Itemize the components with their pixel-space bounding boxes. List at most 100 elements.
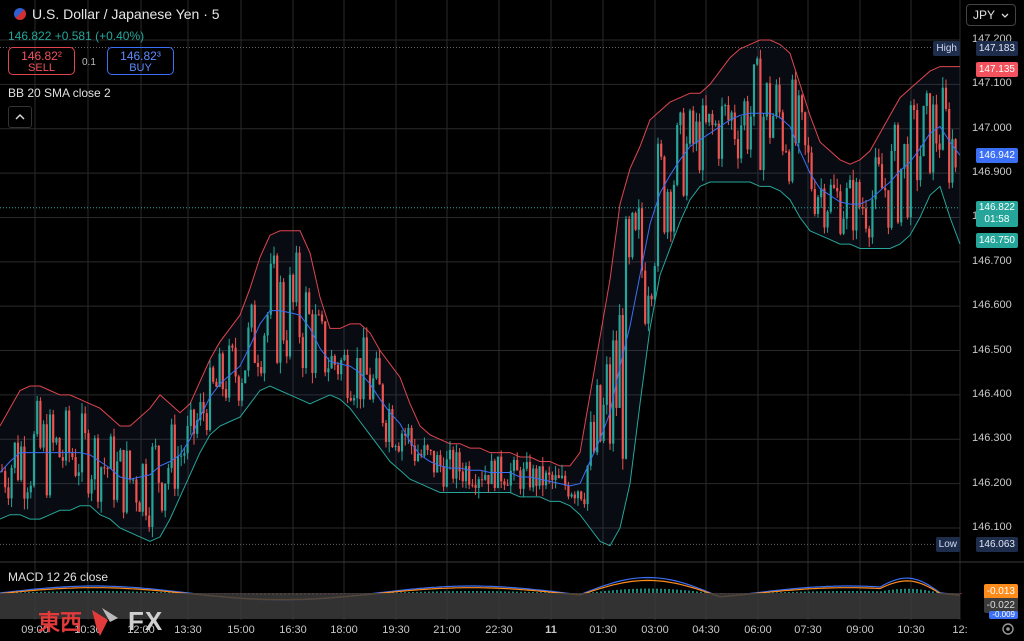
price-tick-label: 146.100: [972, 521, 1012, 533]
candle-body: [647, 295, 650, 324]
candle-body: [106, 468, 109, 470]
candle-body: [692, 110, 695, 144]
macd-hist-bar: [696, 591, 698, 593]
macd-hist-bar: [792, 591, 794, 593]
time-tick-label: 01:30: [589, 624, 617, 636]
candle-body: [727, 105, 730, 121]
candle-body: [615, 340, 618, 408]
macd-hist-bar: [472, 591, 474, 593]
macd-hist-bar: [960, 593, 962, 594]
candle-body: [487, 474, 490, 485]
price-tick-label: 146.200: [972, 476, 1012, 489]
candle-body: [80, 413, 84, 473]
candle-body: [186, 425, 189, 454]
macd-hist-bar: [832, 591, 834, 593]
candle-body: [74, 457, 77, 476]
sell-button[interactable]: 146.82² SELL: [8, 47, 75, 75]
candle-body: [77, 472, 80, 476]
macd-hist-bar: [900, 588, 902, 593]
macd-hist-bar: [624, 589, 626, 593]
time-tick-label: 09:00: [846, 624, 874, 636]
candle-body: [218, 353, 221, 387]
macd-hist-bar: [676, 589, 678, 593]
buy-price: 146.82³: [120, 49, 161, 63]
candle-body: [826, 211, 829, 228]
candle-body: [669, 191, 672, 232]
candle-body: [925, 93, 928, 106]
bollinger-legend[interactable]: BB 20 SMA close 2: [8, 86, 111, 100]
price-tick-label: 146.600: [972, 299, 1012, 312]
candle-body: [346, 354, 349, 398]
candle-body: [135, 479, 138, 503]
candle-body: [125, 450, 128, 513]
currency-selector[interactable]: JPY: [966, 4, 1016, 26]
candle-body: [656, 143, 660, 267]
candle-body: [144, 464, 148, 516]
candle-body: [608, 364, 612, 444]
candle-body: [573, 494, 576, 499]
candle-body: [356, 358, 359, 399]
candle-body: [426, 445, 429, 450]
macd-hist-bar: [896, 589, 898, 593]
candle-body: [231, 345, 234, 348]
macd-hist-bar: [448, 591, 450, 593]
candle-body: [64, 410, 68, 461]
macd-hist-bar: [684, 590, 686, 593]
macd-hist-bar: [80, 591, 82, 593]
candle-body: [855, 182, 858, 231]
candle-body: [448, 449, 452, 460]
candle-body: [688, 110, 692, 144]
candle-body: [128, 450, 132, 480]
candle-body: [906, 143, 909, 218]
bar-countdown: 01:58: [984, 214, 1010, 225]
macd-hist-bar: [664, 588, 666, 593]
candle-body: [445, 459, 448, 487]
candle-body: [519, 470, 522, 489]
candle-body: [4, 471, 7, 488]
symbol-title: U.S. Dollar / Japanese Yen · 5: [32, 6, 220, 22]
candle-body: [599, 385, 602, 442]
candle-body: [221, 353, 224, 390]
macd-hist-bar: [700, 591, 702, 593]
macd-hist-bar: [844, 591, 846, 593]
candle-body: [388, 409, 391, 442]
candle-body: [317, 314, 320, 316]
buy-button[interactable]: 146.82³ BUY: [107, 47, 174, 75]
candle-body: [240, 382, 244, 401]
symbol-header[interactable]: U.S. Dollar / Japanese Yen · 5: [14, 6, 220, 22]
brand-logo: 東西 FX: [38, 602, 203, 640]
candle-body: [759, 58, 762, 170]
candle-body: [205, 413, 208, 431]
candle-body: [788, 151, 791, 182]
macd-hist-bar: [52, 591, 54, 593]
candle-body: [160, 482, 164, 511]
candle-body: [935, 104, 938, 144]
candle-body: [176, 456, 180, 489]
price-chart[interactable]: [0, 0, 1024, 641]
macd-hist-bar: [72, 591, 74, 593]
macd-hist-bar: [880, 591, 882, 593]
macd-hist-bar: [824, 591, 826, 593]
candle-body: [576, 491, 580, 499]
macd-hist-bar: [596, 591, 598, 593]
candle-body: [864, 208, 868, 229]
candle-body: [55, 438, 58, 443]
settings-gear-icon[interactable]: [1001, 622, 1015, 636]
collapse-legend-button[interactable]: [8, 106, 32, 128]
candle-body: [352, 398, 356, 401]
macd-legend[interactable]: MACD 12 26 close: [8, 570, 108, 584]
macd-hist-bar: [812, 591, 814, 593]
macd-hist-bar: [640, 588, 642, 593]
macd-hist-bar: [868, 591, 870, 593]
macd-hist-bar: [168, 592, 170, 593]
candle-body: [58, 438, 61, 458]
sell-price: 146.82²: [21, 49, 62, 63]
candle-body: [816, 197, 820, 214]
macd-hist-bar: [604, 590, 606, 593]
macd-hist-bar: [96, 591, 98, 593]
macd-hist-bar: [32, 591, 34, 593]
bb-middle-value: 146.942: [975, 148, 1018, 163]
candle-body: [365, 337, 368, 375]
candle-body: [477, 479, 480, 488]
price-tick-label: 146.400: [972, 387, 1012, 400]
